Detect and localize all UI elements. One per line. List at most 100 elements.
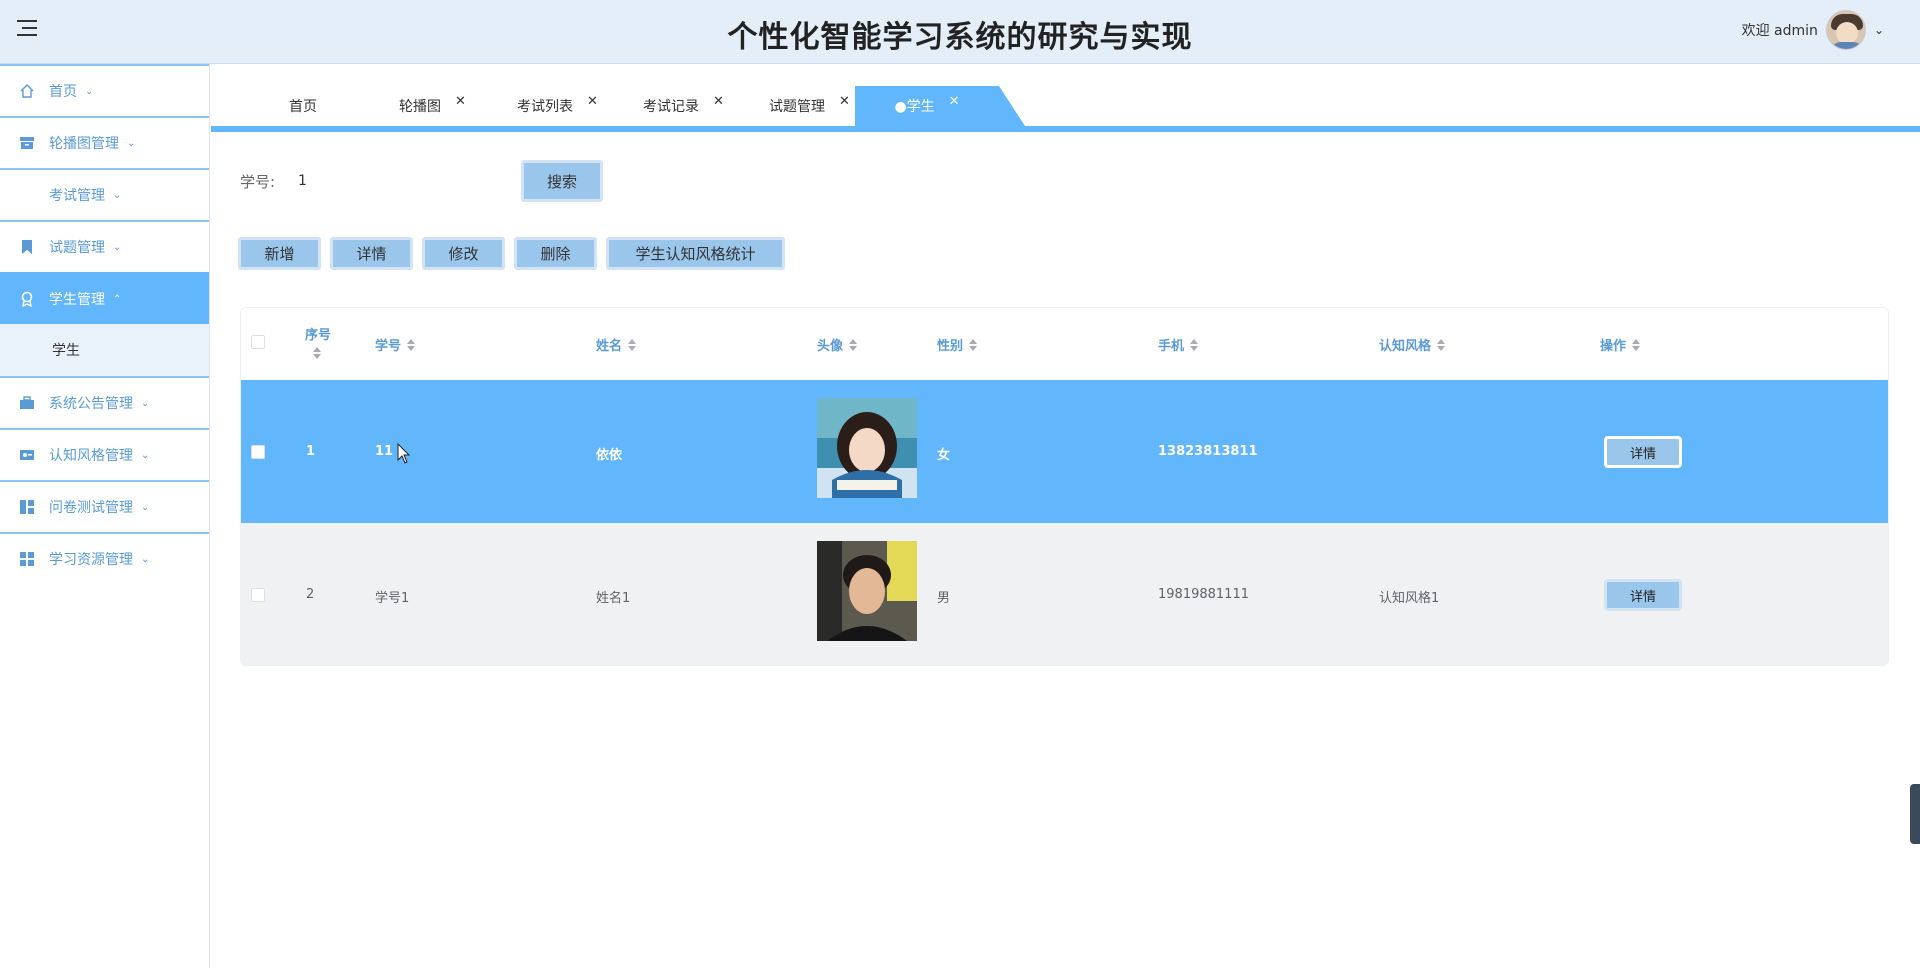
sidebar-item-label: 学生管理 — [49, 292, 105, 308]
cell-index: 2 — [306, 587, 315, 602]
user-avatar[interactable] — [1825, 10, 1866, 50]
grid-icon — [20, 552, 34, 566]
close-icon[interactable]: ✕ — [455, 94, 466, 109]
row-checkbox[interactable] — [251, 445, 265, 459]
chevron-down-icon: ⌄ — [141, 449, 150, 461]
column-header-operation[interactable]: 操作 — [1600, 335, 1641, 354]
cell-phone: 19819881111 — [1158, 587, 1249, 602]
table-row[interactable]: 2 学号1 姓名1 男 19819881111 认知风格1 详情 — [241, 523, 1888, 665]
close-icon[interactable]: ✕ — [839, 94, 850, 109]
sort-icon[interactable] — [313, 347, 321, 359]
detail-button[interactable]: 详情 — [330, 237, 413, 270]
sort-icon[interactable] — [969, 338, 978, 351]
column-header-gender[interactable]: 性别 — [937, 335, 978, 354]
row-detail-button[interactable]: 详情 — [1604, 436, 1682, 468]
tab-exam-records[interactable]: 考试记录 ✕ — [643, 86, 724, 126]
select-all-checkbox[interactable] — [251, 335, 265, 349]
student-avatar-image — [817, 398, 917, 498]
layout-icon — [20, 500, 34, 514]
tab-bar: 首页 轮播图 ✕ 考试列表 ✕ 考试记录 ✕ 试题管理 ✕ ●学生 ✕ — [211, 64, 1920, 132]
close-icon[interactable]: ✕ — [587, 94, 598, 109]
cell-student-no: 学号1 — [375, 591, 410, 606]
user-menu[interactable]: 欢迎 admin ⌄ — [1742, 10, 1884, 50]
bookmark-icon — [22, 240, 32, 254]
sort-icon[interactable] — [628, 338, 637, 351]
column-header-name[interactable]: 姓名 — [596, 335, 637, 354]
chevron-down-icon: ⌄ — [113, 241, 122, 253]
sidebar-item-carousel[interactable]: 轮播图管理 ⌄ — [0, 116, 209, 168]
delete-button[interactable]: 删除 — [514, 237, 597, 270]
cell-name: 依依 — [596, 448, 623, 463]
column-header-phone[interactable]: 手机 — [1158, 335, 1199, 354]
sidebar-item-questions[interactable]: 试题管理 ⌄ — [0, 220, 209, 272]
student-no-input[interactable] — [298, 165, 508, 197]
tab-carousel[interactable]: 轮播图 ✕ — [399, 86, 466, 126]
side-panel-handle[interactable] — [1910, 784, 1920, 844]
sidebar-item-label: 轮播图管理 — [49, 136, 119, 152]
tab-underline — [211, 126, 1920, 132]
home-icon — [20, 84, 34, 98]
chevron-down-icon[interactable]: ⌄ — [1874, 23, 1884, 37]
close-icon[interactable]: ✕ — [949, 94, 960, 109]
chevron-up-icon: ⌃ — [113, 293, 122, 305]
search-label: 学号: — [240, 173, 276, 191]
close-icon[interactable]: ✕ — [713, 94, 724, 109]
table-row[interactable]: 1 11 依依 女 13823813811 详情 — [241, 380, 1888, 523]
sort-icon[interactable] — [1437, 338, 1446, 351]
sort-icon[interactable] — [849, 338, 858, 351]
search-button[interactable]: 搜索 — [521, 160, 603, 202]
sidebar-item-label: 认知风格管理 — [49, 448, 133, 464]
tab-question-mgmt[interactable]: 试题管理 ✕ — [769, 86, 850, 126]
sidebar-item-questionnaire[interactable]: 问卷测试管理 ⌄ — [0, 480, 209, 532]
sidebar-item-cognitive-style[interactable]: 认知风格管理 ⌄ — [0, 428, 209, 480]
sidebar-item-resources[interactable]: 学习资源管理 ⌄ — [0, 532, 209, 584]
cell-student-no: 11 — [375, 444, 394, 459]
column-header-cognitive-style[interactable]: 认知风格 — [1379, 335, 1446, 354]
sidebar-subitem-student[interactable]: 学生 — [0, 324, 209, 376]
sidebar-item-label: 学生 — [52, 343, 80, 359]
add-button[interactable]: 新增 — [238, 237, 321, 270]
cell-cognitive-style: 认知风格1 — [1379, 591, 1440, 606]
sidebar-item-label: 考试管理 — [49, 188, 105, 204]
sidebar-item-home[interactable]: 首页 ⌄ — [0, 64, 209, 116]
sidebar-item-label: 系统公告管理 — [49, 396, 133, 412]
award-icon — [21, 291, 33, 307]
column-header-avatar[interactable]: 头像 — [817, 335, 858, 354]
app-title: 个性化智能学习系统的研究与实现 — [727, 20, 1193, 55]
column-header-student-no[interactable]: 学号 — [375, 335, 416, 354]
mouse-cursor-icon — [397, 443, 411, 464]
tab-exam-list[interactable]: 考试列表 ✕ — [517, 86, 598, 126]
cell-name: 姓名1 — [596, 591, 631, 606]
chevron-down-icon: ⌄ — [113, 189, 122, 201]
archive-icon — [20, 137, 34, 149]
student-table: 序号 学号 姓名 头像 性别 手机 认知风格 操作 1 11 依依 女 1382… — [240, 307, 1889, 666]
tab-home[interactable]: 首页 — [289, 86, 317, 126]
sidebar-item-label: 首页 — [49, 84, 77, 100]
id-card-icon — [20, 450, 34, 460]
cognitive-stats-button[interactable]: 学生认知风格统计 — [606, 237, 785, 270]
edit-button[interactable]: 修改 — [422, 237, 505, 270]
cell-gender: 男 — [937, 591, 951, 606]
sidebar-item-label: 试题管理 — [49, 240, 105, 256]
welcome-text: 欢迎 admin — [1741, 23, 1818, 39]
briefcase-icon — [20, 396, 34, 409]
sidebar-item-announcements[interactable]: 系统公告管理 ⌄ — [0, 376, 209, 428]
chevron-down-icon: ⌄ — [85, 85, 94, 97]
sort-icon[interactable] — [1190, 338, 1199, 351]
column-header-index[interactable]: 序号 — [305, 324, 331, 359]
sort-icon[interactable] — [1632, 338, 1641, 351]
cell-phone: 13823813811 — [1158, 444, 1258, 459]
tab-active-shape — [999, 86, 1025, 126]
sort-icon[interactable] — [407, 338, 416, 351]
tab-student[interactable]: ●学生 ✕ — [855, 86, 999, 126]
row-checkbox[interactable] — [251, 588, 265, 602]
row-detail-button[interactable]: 详情 — [1604, 579, 1682, 611]
sidebar-item-exam[interactable]: 考试管理 ⌄ — [0, 168, 209, 220]
student-avatar-image — [817, 541, 917, 641]
chevron-down-icon: ⌄ — [141, 501, 150, 513]
app-header: 个性化智能学习系统的研究与实现 欢迎 admin ⌄ — [0, 0, 1920, 64]
table-header: 序号 学号 姓名 头像 性别 手机 认知风格 操作 — [241, 308, 1888, 380]
cell-index: 1 — [306, 444, 316, 459]
sidebar-item-label: 学习资源管理 — [49, 552, 133, 568]
sidebar-item-students[interactable]: 学生管理 ⌃ — [0, 272, 209, 324]
